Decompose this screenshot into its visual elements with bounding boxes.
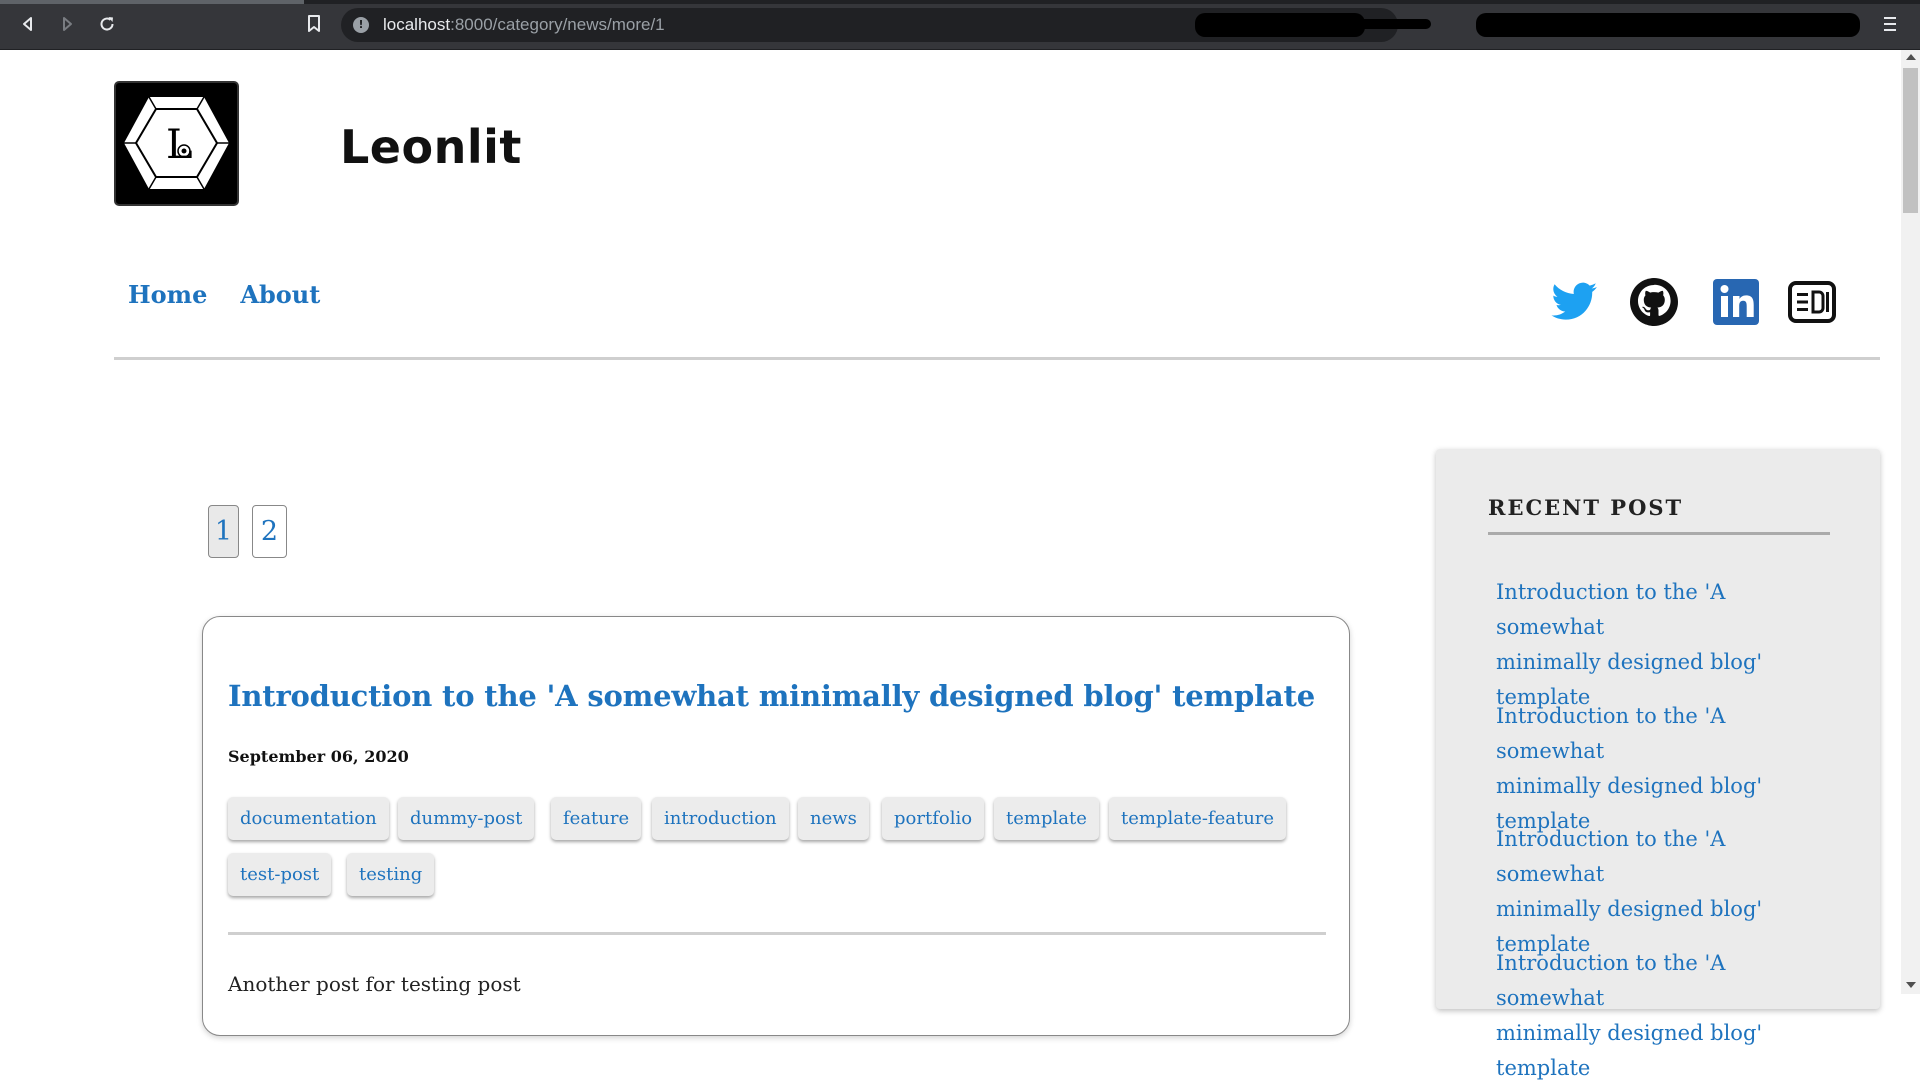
hexagon-logo-icon: L: [124, 96, 229, 190]
menu-icon[interactable]: [1882, 13, 1898, 35]
sidebar-heading: RECENT POST: [1488, 495, 1684, 520]
site-logo[interactable]: L: [114, 81, 239, 206]
recent-post-link[interactable]: Introduction to the 'A somewhat minimall…: [1496, 699, 1836, 839]
recent-post-line: minimally designed blog': [1496, 774, 1763, 798]
redacted-extensions: [1476, 13, 1860, 37]
redacted-extension: [1301, 19, 1431, 29]
tag-dummy-post[interactable]: dummy-post: [398, 797, 535, 840]
github-icon[interactable]: [1628, 276, 1680, 328]
header-divider: [114, 357, 1880, 360]
recent-post-line: Introduction to the 'A somewhat: [1496, 951, 1726, 1010]
tag-news[interactable]: news: [798, 797, 869, 840]
site-title[interactable]: Leonlit: [340, 120, 522, 174]
forward-icon[interactable]: [55, 12, 79, 36]
reload-icon[interactable]: [95, 12, 119, 36]
post-divider: [228, 932, 1326, 935]
recent-post-line: Introduction to the 'A somewhat: [1496, 704, 1726, 763]
recent-post-link[interactable]: Introduction to the 'A somewhat minimall…: [1496, 822, 1836, 962]
recent-post-line: Introduction to the 'A somewhat: [1496, 580, 1726, 639]
recent-post-line: Introduction to the 'A somewhat: [1496, 827, 1726, 886]
tag-template[interactable]: template: [994, 797, 1099, 840]
recent-post-link[interactable]: Introduction to the 'A somewhat minimall…: [1496, 575, 1836, 715]
page-scrollbar[interactable]: [1901, 50, 1920, 994]
url-text[interactable]: localhost:8000/category/news/more/1: [383, 15, 665, 35]
tag-introduction[interactable]: introduction: [652, 797, 789, 840]
main-nav: Home About: [128, 280, 320, 309]
logo-letter: L: [166, 122, 193, 168]
scroll-down-icon[interactable]: [1906, 982, 1916, 988]
recent-post-line: minimally designed blog': [1496, 1021, 1763, 1045]
info-icon[interactable]: !: [353, 17, 369, 33]
nav-home-link[interactable]: Home: [128, 280, 207, 309]
tag-test-post[interactable]: test-post: [228, 853, 332, 896]
tag-feature[interactable]: feature: [551, 797, 642, 840]
page-1-button[interactable]: 1: [208, 505, 239, 558]
recent-post-line: minimally designed blog': [1496, 897, 1763, 921]
post-excerpt: Another post for testing post: [228, 972, 521, 996]
tag-documentation[interactable]: documentation: [228, 797, 389, 840]
address-bar[interactable]: ! localhost:8000/category/news/more/1: [341, 8, 1431, 42]
bookmark-icon[interactable]: [302, 12, 326, 36]
browser-toolbar: ! localhost:8000/category/news/more/1: [0, 0, 1920, 50]
recent-post-line: template: [1496, 1056, 1591, 1080]
post-card: Introduction to the 'A somewhat minimall…: [202, 616, 1350, 1036]
scrollbar-thumb[interactable]: [1903, 68, 1918, 213]
page-2-button[interactable]: 2: [252, 505, 287, 558]
nav-about-link[interactable]: About: [240, 280, 320, 309]
recent-post-line: minimally designed blog': [1496, 650, 1763, 674]
sidebar-divider: [1488, 532, 1830, 535]
tab-strip: [0, 0, 1920, 4]
scroll-up-icon[interactable]: [1906, 54, 1916, 60]
back-icon[interactable]: [16, 12, 40, 36]
post-date: September 06, 2020: [228, 747, 409, 766]
tag-template-feature[interactable]: template-feature: [1109, 797, 1287, 840]
post-title-link[interactable]: Introduction to the 'A somewhat minimall…: [228, 679, 1315, 713]
linkedin-icon[interactable]: [1710, 276, 1762, 328]
dev-icon[interactable]: [1786, 276, 1838, 328]
tag-testing[interactable]: testing: [347, 853, 435, 896]
recent-post-link[interactable]: Introduction to the 'A somewhat minimall…: [1496, 946, 1836, 1086]
recent-posts-sidebar: RECENT POST Introduction to the 'A somew…: [1436, 449, 1880, 1080]
active-tab-indicator[interactable]: [0, 0, 304, 4]
tag-portfolio[interactable]: portfolio: [882, 797, 985, 840]
twitter-icon[interactable]: [1549, 276, 1601, 328]
